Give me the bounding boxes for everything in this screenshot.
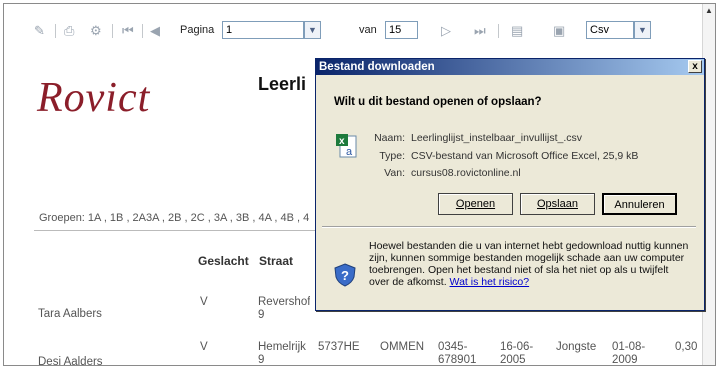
report-toolbar: ✎ ⎙ ⚙ ⏮ ◀ Pagina ▼ van ▷ ⏭ ▤ ▣ ▼ — [4, 4, 704, 46]
next-page-icon[interactable]: ▷ — [441, 24, 451, 38]
student-city: OMMEN — [380, 341, 425, 353]
excel-file-icon: x a — [336, 134, 357, 158]
page-number-input[interactable] — [222, 21, 304, 39]
student-name: Tara Aalbers — [38, 308, 102, 320]
student-gender: V — [200, 341, 208, 353]
dialog-title: Bestand downloaden — [319, 61, 435, 73]
print-settings-icon[interactable]: ⚙ — [90, 24, 102, 38]
download-dialog: Bestand downloaden x Wilt u dit bestand … — [315, 58, 705, 311]
security-warning: Hoewel bestanden die u van internet hebt… — [369, 240, 689, 288]
svg-text:x: x — [339, 136, 345, 147]
previous-page-icon[interactable]: ◀ — [150, 24, 160, 38]
edit-icon[interactable]: ✎ — [34, 24, 45, 38]
report-viewer: ✎ ⎙ ⚙ ⏮ ◀ Pagina ▼ van ▷ ⏭ ▤ ▣ ▼ Rovict … — [3, 3, 716, 366]
column-header-street: Straat — [259, 254, 294, 268]
svg-text:a: a — [346, 146, 353, 158]
save-button[interactable]: Opslaan — [520, 193, 595, 215]
student-street: Hemelrijk 9 — [258, 341, 306, 366]
student-postcode: 5737HE — [318, 341, 360, 353]
student-gender: V — [200, 296, 208, 308]
dialog-titlebar[interactable]: Bestand downloaden x — [316, 59, 704, 75]
open-button-label: Openen — [455, 198, 496, 210]
dialog-divider — [322, 226, 696, 228]
toolbar-separator — [55, 24, 56, 38]
svg-text:?: ? — [341, 268, 349, 283]
of-label: van — [359, 24, 377, 36]
last-page-icon[interactable]: ⏭ — [474, 24, 486, 38]
toolbar-separator — [112, 24, 113, 38]
type-label: Type: — [379, 150, 405, 162]
file-name-value: Leerlinglijst_instelbaar_invullijst_.csv — [411, 132, 582, 144]
student-name: Desi Aalders — [38, 356, 103, 366]
total-pages-field — [385, 21, 418, 39]
shield-question-icon: ? — [334, 263, 356, 287]
dialog-question: Wilt u dit bestand openen of opslaan? — [334, 96, 542, 108]
first-page-icon[interactable]: ⏮ — [122, 24, 134, 38]
cancel-button-label: Annuleren — [614, 199, 665, 211]
rovict-logo: Rovict — [37, 75, 151, 121]
toolbar-separator — [142, 24, 143, 38]
file-source-value: cursus08.rovictonline.nl — [411, 167, 521, 179]
page-dropdown-button[interactable]: ▼ — [304, 21, 321, 39]
document-icon[interactable]: ▤ — [511, 24, 523, 38]
export-format-dropdown-button[interactable]: ▼ — [634, 21, 651, 39]
save-button-label: Opslaan — [537, 198, 578, 210]
name-label: Naam: — [374, 132, 405, 144]
report-title: Leerli — [258, 74, 307, 94]
open-button[interactable]: Openen — [438, 193, 513, 215]
scroll-up-arrow-icon[interactable]: ▲ — [703, 4, 715, 18]
toolbar-separator — [498, 24, 499, 38]
student-birthdate: 16-06-2005 — [500, 341, 534, 366]
page-label: Pagina — [180, 24, 215, 36]
groups-line: Groepen: 1A , 1B , 2A3A , 2B , 2C , 3A ,… — [39, 212, 310, 224]
file-type-value: CSV-bestand van Microsoft Office Excel, … — [411, 150, 639, 162]
export-format-select[interactable] — [586, 21, 634, 39]
student-start-date: 01-08-2009 — [612, 341, 646, 366]
print-icon[interactable]: ⎙ — [64, 24, 74, 38]
student-street: Revershof 9 — [258, 296, 310, 321]
cancel-button[interactable]: Annuleren — [602, 193, 677, 215]
student-value: 0,30 — [675, 341, 698, 353]
column-header-gender: Geslacht — [198, 254, 249, 268]
student-rank: Jongste — [556, 341, 597, 353]
student-phone: 0345-678901 — [438, 341, 477, 366]
from-label: Van: — [384, 167, 405, 179]
risk-link[interactable]: Wat is het risico? — [450, 276, 530, 288]
export-icon[interactable]: ▣ — [553, 24, 565, 38]
close-icon[interactable]: x — [688, 60, 702, 73]
